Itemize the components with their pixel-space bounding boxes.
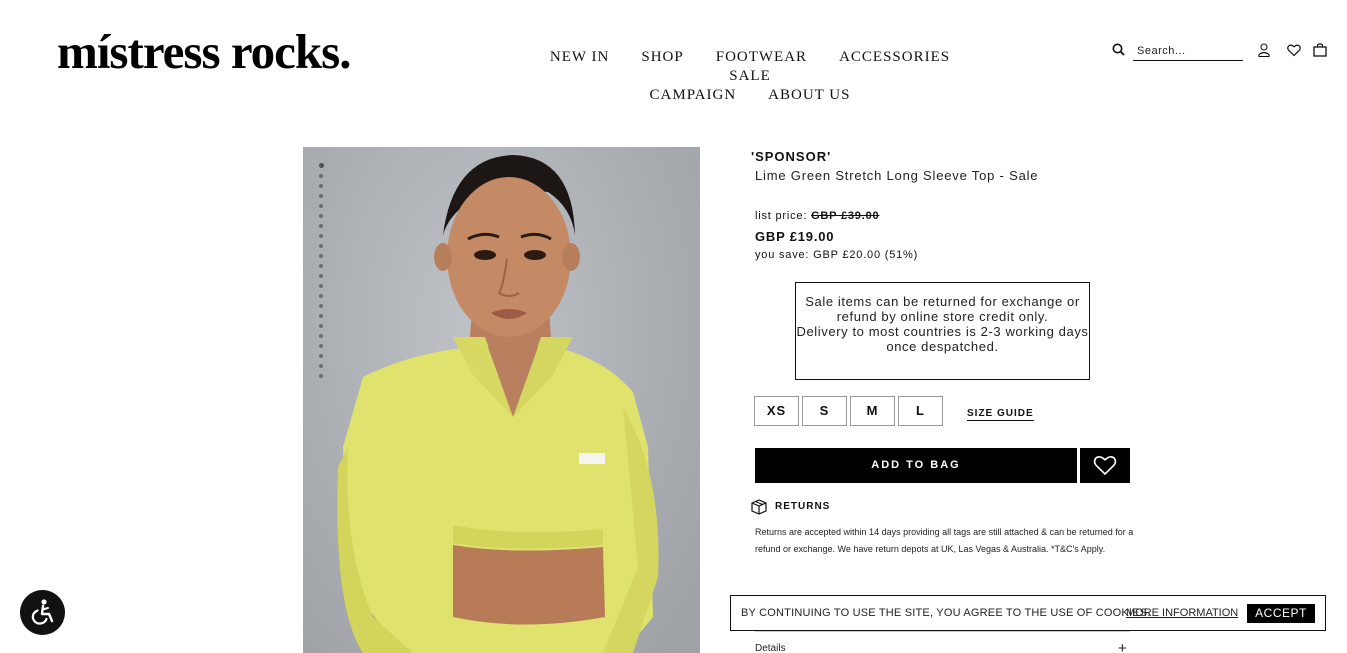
gallery-dot[interactable]: [319, 244, 323, 248]
nav-footwear[interactable]: FOOTWEAR: [716, 48, 807, 67]
gallery-dot[interactable]: [319, 364, 323, 368]
cookie-banner: BY CONTINUING TO USE THE SITE, YOU AGREE…: [730, 595, 1326, 631]
gallery-dot[interactable]: [319, 204, 323, 208]
gallery-dot[interactable]: [319, 184, 323, 188]
gallery-dot[interactable]: [319, 334, 323, 338]
gallery-dot[interactable]: [319, 194, 323, 198]
search-input[interactable]: [1133, 42, 1243, 61]
gallery-dot[interactable]: [319, 234, 323, 238]
you-save-amount: GBP £20.00 (51%): [813, 249, 919, 261]
accessibility-button[interactable]: [20, 590, 65, 635]
gallery-dot[interactable]: [319, 163, 324, 168]
gallery-dot[interactable]: [319, 354, 323, 358]
cookie-accept-button[interactable]: ACCEPT: [1247, 604, 1315, 623]
delivery-notice-text: Delivery to most countries is 2-3 workin…: [796, 324, 1089, 354]
returns-policy-text: Returns are accepted within 14 days prov…: [755, 527, 1134, 554]
bag-icon[interactable]: [1312, 42, 1328, 58]
size-l-button[interactable]: L: [898, 396, 943, 426]
add-to-wishlist-button[interactable]: [1080, 448, 1130, 483]
divider: [755, 631, 1130, 632]
gallery-pagination: [319, 163, 325, 384]
cookie-more-info-link[interactable]: MORE INFORMATION: [1126, 607, 1238, 619]
main-nav: NEW IN SHOP FOOTWEAR ACCESSORIES SALE CAMPAI…: [500, 48, 1000, 105]
nav-about-us[interactable]: ABOUT US: [768, 86, 850, 105]
nav-new-in[interactable]: NEW IN: [550, 48, 609, 67]
gallery-dot[interactable]: [319, 304, 323, 308]
gallery-dot[interactable]: [319, 324, 323, 328]
gallery-dot[interactable]: [319, 274, 323, 278]
size-guide-link[interactable]: SIZE GUIDE: [967, 408, 1034, 421]
gallery-dot[interactable]: [319, 294, 323, 298]
site-logo[interactable]: místress rocks.: [57, 24, 351, 80]
add-to-bag-button[interactable]: ADD TO BAG: [755, 448, 1077, 483]
list-price-label: list price:: [755, 210, 808, 222]
heart-icon: [1093, 455, 1117, 476]
box-icon: [751, 499, 767, 515]
nav-accessories[interactable]: ACCESSORIES: [839, 48, 950, 67]
gallery-dot[interactable]: [319, 314, 323, 318]
gallery-dot[interactable]: [319, 224, 323, 228]
gallery-dot[interactable]: [319, 174, 323, 178]
nav-sale[interactable]: SALE: [729, 67, 771, 86]
model-illustration: [337, 155, 659, 653]
returns-title: RETURNS: [775, 501, 831, 512]
product-image[interactable]: [303, 147, 700, 653]
nav-shop[interactable]: SHOP: [641, 48, 683, 67]
cookie-message: BY CONTINUING TO USE THE SITE, YOU AGREE…: [741, 607, 1151, 619]
nav-campaign[interactable]: CAMPAIGN: [650, 86, 737, 105]
sale-notice-box: Sale items can be returned for exchange …: [795, 282, 1090, 380]
you-save-label: you save:: [755, 249, 810, 261]
sale-price: GBP £19.00: [755, 229, 835, 244]
expand-plus-icon[interactable]: +: [1118, 640, 1127, 653]
gallery-dot[interactable]: [319, 284, 323, 288]
size-xs-button[interactable]: XS: [754, 396, 799, 426]
list-price-row: list price: GBP £39.00: [755, 210, 879, 222]
gallery-dot[interactable]: [319, 214, 323, 218]
size-s-button[interactable]: S: [802, 396, 847, 426]
wishlist-heart-icon[interactable]: [1286, 42, 1302, 58]
details-accordion-label[interactable]: Details: [755, 643, 786, 653]
list-price: GBP £39.00: [811, 210, 880, 222]
gallery-dot[interactable]: [319, 374, 323, 378]
product-brand: 'SPONSOR': [751, 149, 832, 164]
size-m-button[interactable]: M: [850, 396, 895, 426]
returns-notice-text: Sale items can be returned for exchange …: [805, 294, 1080, 324]
gallery-dot[interactable]: [319, 264, 323, 268]
search-icon[interactable]: [1111, 42, 1127, 58]
account-icon[interactable]: [1256, 42, 1272, 58]
you-save-row: you save: GBP £20.00 (51%): [755, 249, 918, 261]
gallery-dot[interactable]: [319, 344, 323, 348]
product-title: Lime Green Stretch Long Sleeve Top - Sal…: [755, 168, 1039, 183]
gallery-dot[interactable]: [319, 254, 323, 258]
wheelchair-icon: [31, 599, 54, 625]
